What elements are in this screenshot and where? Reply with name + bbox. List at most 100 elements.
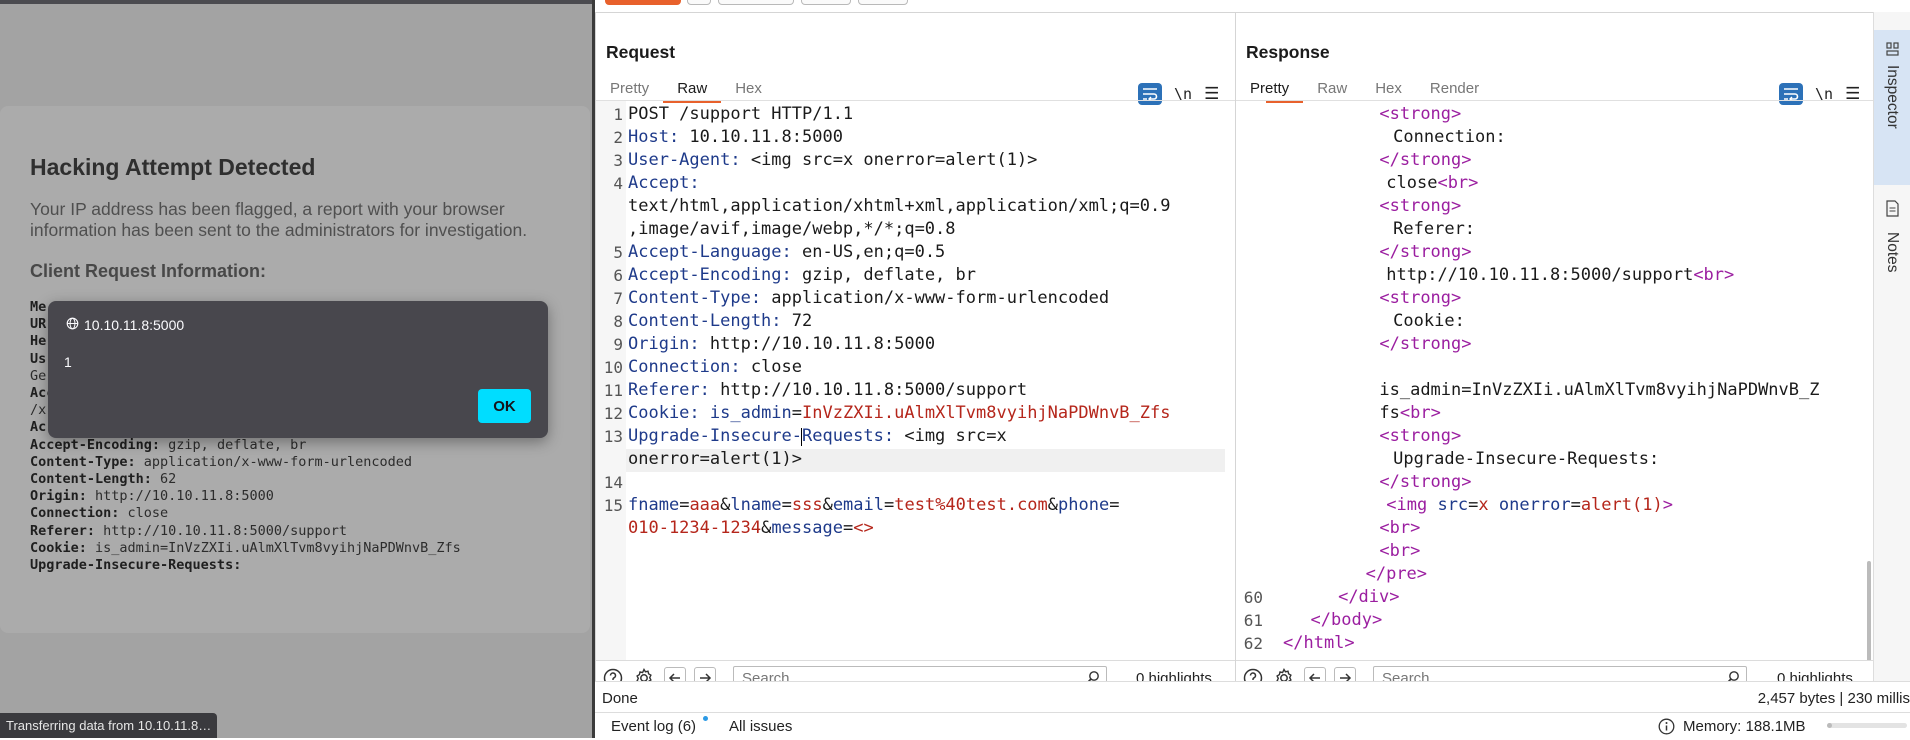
line-number: 10	[603, 358, 623, 377]
code-line: POST /support HTTP/1.1	[628, 103, 853, 126]
code-token: POST /support HTTP/1.1	[628, 104, 854, 124]
request-info-value: Ge	[30, 367, 47, 384]
code-token: InVzZXIi.uAlmXlTvm8vyihjNaPDWnvB_Zfs	[802, 403, 1171, 423]
code-token: x	[1478, 495, 1499, 515]
line-number: 62	[1243, 634, 1263, 653]
page-message: Your IP address has been flagged, a repo…	[30, 199, 528, 240]
code-token: en-US,en;q=0.5	[791, 242, 946, 262]
code-token: </body>	[1310, 610, 1383, 630]
footer-bar: Event log (6) All issues Memory: 188.1MB	[595, 712, 1910, 739]
alert-dialog: 10.10.11.8:5000 1 OK	[48, 301, 548, 438]
code-line: Cookie: is_admin=InVzZXIi.uAlmXlTvm8vyih…	[628, 402, 1171, 425]
code-token: 10.10.11.8:5000	[679, 127, 843, 147]
info-icon[interactable]	[1658, 718, 1675, 740]
line-number: 7	[613, 289, 623, 308]
request-pane: Request Pretty Raw Hex \n ☰ 1 POST /support…	[595, 12, 1236, 696]
code-line: Upgrade-Insecure-Requests:	[1393, 448, 1659, 471]
code-line: Referer: http://10.10.11.8:5000/support	[628, 379, 1027, 402]
code-token: http://10.10.11.8:5000/support	[1386, 265, 1694, 285]
line-number: 12	[603, 404, 623, 423]
tab-hex[interactable]: Hex	[1361, 73, 1416, 103]
code-token: Connection:	[1393, 127, 1506, 147]
code-token: </pre>	[1365, 564, 1428, 584]
request-info-line: Content-Type: application/x-www-form-url…	[30, 454, 461, 471]
code-token: Origin:	[628, 334, 700, 354]
code-token: &	[822, 495, 833, 515]
tab-pretty[interactable]: Pretty	[1236, 73, 1304, 103]
code-line: 010-1234-1234&message=<>	[628, 517, 874, 540]
request-info-key: Us	[30, 350, 47, 367]
toolbar-cancel-button[interactable]	[718, 0, 794, 5]
toolbar-back-button[interactable]	[801, 0, 851, 5]
request-info-value: 62	[151, 471, 177, 488]
tab-pretty[interactable]: Pretty	[596, 73, 663, 103]
text-caret	[801, 428, 803, 446]
request-info-key: Upgrade-Insecure-Requests:	[30, 557, 242, 574]
code-token: Accept:	[628, 173, 700, 193]
code-token: test%40test.com	[894, 495, 1048, 515]
inspector-tab[interactable]: Inspector	[1874, 30, 1910, 185]
code-token: <img	[1386, 495, 1438, 515]
all-issues-link[interactable]: All issues	[729, 718, 792, 735]
response-scrollbar[interactable]	[1867, 561, 1871, 665]
code-token: =	[884, 495, 895, 515]
request-info-value: /x	[30, 402, 47, 419]
toolbar-forward-button[interactable]	[858, 0, 908, 5]
tab-raw[interactable]: Raw	[663, 73, 722, 103]
code-token: =	[1109, 495, 1120, 515]
code-line: close<br>	[1386, 172, 1478, 195]
code-line: <br>	[1379, 517, 1420, 540]
alert-ok-button[interactable]: OK	[478, 389, 531, 423]
burp-window: Request Pretty Raw Hex \n ☰ 1 POST /support…	[595, 0, 1910, 739]
code-token: =	[1468, 495, 1479, 515]
memory-usage-bar	[1827, 723, 1907, 728]
request-info-key: Origin:	[30, 488, 87, 505]
tab-hex[interactable]: Hex	[721, 73, 776, 103]
status-done: Done	[602, 690, 638, 707]
code-token: gzip, deflate, br	[791, 265, 976, 285]
request-info-key: Referer:	[30, 522, 96, 539]
event-log-link[interactable]: Event log (6)	[611, 718, 696, 735]
code-token: =	[1570, 495, 1581, 515]
code-line: User-Agent: <img src=x onerror=alert(1)>	[628, 149, 1037, 172]
code-token: close	[740, 357, 803, 377]
request-editor[interactable]: 1 POST /support HTTP/1.1 2 Host: 10.10.11.8…	[596, 100, 1235, 665]
wrap-lines-icon	[1784, 88, 1799, 101]
tab-render[interactable]: Render	[1416, 73, 1493, 103]
code-token: </strong>	[1379, 472, 1472, 492]
toolbar-settings-button[interactable]	[687, 0, 711, 5]
code-token: <img src=x onerror=alert(1)>	[740, 150, 1038, 170]
code-line: Accept:	[628, 172, 700, 195]
notes-tab[interactable]: Notes	[1874, 187, 1910, 297]
code-line: Referer:	[1393, 218, 1475, 241]
code-token: <br>	[1399, 403, 1441, 423]
code-token: Cookie:	[628, 403, 700, 423]
code-token: is_admin=InVzZXIi.uAlmXlTvm8vyihjNaPDWnv…	[1379, 380, 1820, 400]
code-line: fs<br>	[1379, 402, 1440, 425]
code-token: Content-Type:	[628, 288, 762, 308]
request-info-line: Content-Length: 62	[30, 471, 461, 488]
code-line: </strong>	[1379, 241, 1471, 264]
request-info-value: http://10.10.11.8:5000/support	[95, 522, 347, 539]
browser-status-text: Transferring data from 10.10.11.8…	[0, 713, 218, 738]
code-line: <strong>	[1379, 195, 1461, 218]
tab-raw[interactable]: Raw	[1303, 73, 1361, 103]
request-info-key: UR	[30, 316, 47, 333]
code-line: <strong>	[1379, 103, 1461, 126]
code-line: <br>	[1379, 540, 1420, 563]
response-editor[interactable]: <strong> Connection: </strong> close<br> <st…	[1236, 100, 1874, 665]
send-button[interactable]	[605, 0, 681, 5]
alert-message: 1	[64, 354, 72, 370]
code-token: Connection:	[628, 357, 741, 377]
request-info-line: Connection: close	[30, 505, 461, 522]
code-token: Accept-Encoding:	[628, 265, 792, 285]
code-line: Content-Length: 72	[628, 310, 812, 333]
line-number: 11	[603, 381, 623, 400]
line-number: 15	[603, 496, 623, 515]
code-token: onerror=alert(1)>	[628, 449, 802, 469]
request-info-value: application/x-www-form-urlencoded	[135, 453, 413, 470]
code-token: src	[1437, 495, 1469, 515]
code-line: </strong>	[1379, 149, 1471, 172]
code-token: =	[781, 495, 792, 515]
line-number: 4	[613, 174, 623, 193]
